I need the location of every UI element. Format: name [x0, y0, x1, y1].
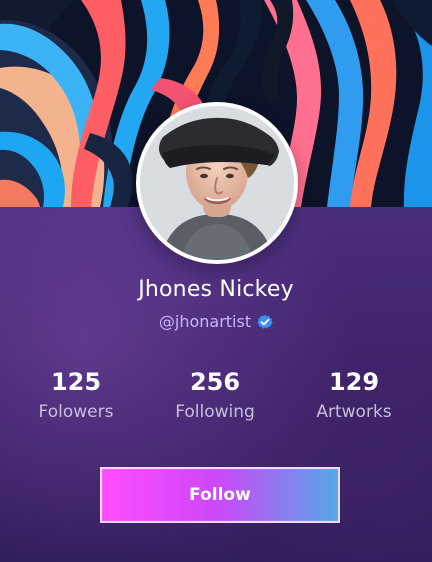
avatar-ring	[136, 102, 298, 264]
profile-handle: @jhonartist	[158, 312, 252, 331]
stat-following: 256 Following	[160, 367, 270, 423]
verified-icon	[257, 314, 273, 330]
stat-value: 129	[328, 368, 380, 396]
stat-followers: 125 Folowers	[21, 367, 131, 423]
profile-handle-row: @jhonartist	[0, 311, 432, 333]
stat-value: 125	[50, 368, 102, 396]
stat-label: Folowers	[38, 402, 114, 422]
avatar	[140, 106, 294, 260]
profile-name: Jhones Nickey	[138, 277, 294, 302]
stat-artworks: 129 Artworks	[299, 367, 409, 423]
profile-card: Jhones Nickey @jhonartist 125 Folowers 2…	[0, 0, 432, 562]
stat-label: Following	[175, 402, 255, 422]
stat-value: 256	[189, 368, 241, 396]
follow-button[interactable]: Follow	[100, 467, 340, 523]
profile-stats: 125 Folowers 256 Following 129 Artworks	[0, 367, 432, 429]
stat-label: Artworks	[316, 402, 392, 422]
